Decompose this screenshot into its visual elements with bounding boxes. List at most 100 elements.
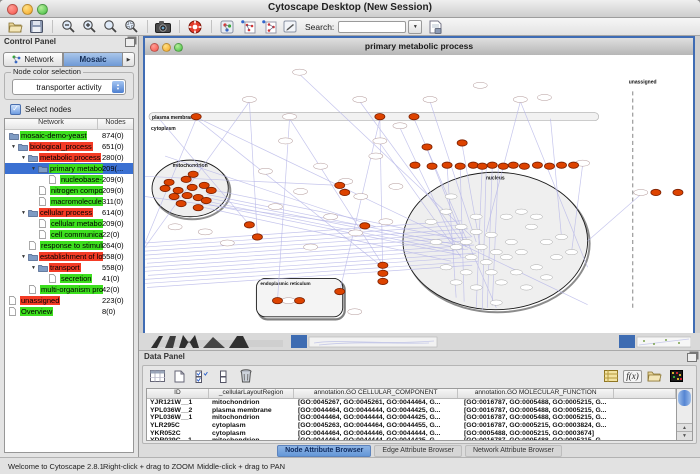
gene-node[interactable] [500, 214, 512, 219]
transporter-gene-node[interactable] [335, 288, 345, 294]
tree-column-network[interactable]: Network [5, 119, 98, 129]
gene-node[interactable] [294, 188, 308, 194]
table-row[interactable]: YPL036W__1mitochondrion[GO:0044464, GO:0… [147, 414, 676, 422]
transporter-gene-node[interactable] [187, 184, 197, 190]
table-column-header[interactable]: _cellularLayoutRegion [209, 389, 294, 398]
gene-node[interactable] [304, 244, 318, 250]
expander-arrow-icon[interactable]: ▼ [19, 254, 28, 260]
gene-node[interactable] [324, 214, 338, 220]
transporter-gene-node[interactable] [651, 189, 661, 195]
gene-node[interactable] [258, 168, 272, 174]
vizmapper-icon[interactable] [219, 19, 235, 34]
tree-row[interactable]: ▼primary metabol209(... [5, 163, 133, 174]
gene-node[interactable] [379, 219, 393, 225]
gene-node[interactable] [242, 96, 256, 102]
gene-node[interactable] [440, 209, 452, 214]
tree-row[interactable]: Overview8(0) [5, 306, 133, 317]
tree-row[interactable]: ▼cellular process614(0) [5, 207, 133, 218]
zoom-fit-icon[interactable] [102, 19, 118, 34]
gene-node[interactable] [425, 219, 437, 224]
tab-edge-attribute-browser[interactable]: Edge Attribute Browser [374, 445, 462, 457]
transporter-gene-node[interactable] [498, 163, 508, 169]
transporter-gene-node[interactable] [427, 163, 437, 169]
gene-node[interactable] [450, 244, 462, 249]
tab-mosaic[interactable]: Mosaic [63, 52, 123, 67]
tree-row[interactable]: multi-organism pro42(0) [5, 284, 133, 295]
transporter-gene-node[interactable] [442, 162, 452, 168]
gene-node[interactable] [349, 230, 363, 236]
table-column-header[interactable]: annotation.GO MOLECULAR_FUNCTION [458, 389, 614, 398]
gene-node[interactable] [268, 204, 282, 210]
gene-node[interactable] [293, 69, 307, 75]
import-attribute-file-icon[interactable] [646, 369, 663, 384]
transporter-gene-node[interactable] [410, 162, 420, 168]
tree-row[interactable]: nitrogen compo209(0) [5, 185, 133, 196]
annotation-icon[interactable] [282, 19, 298, 34]
tree-row[interactable]: cell communicat22(0) [5, 229, 133, 240]
gene-node[interactable] [530, 214, 542, 219]
transporter-gene-node[interactable] [532, 162, 542, 168]
tree-row[interactable]: cellular metabo209(0) [5, 218, 133, 229]
float-panel-icon[interactable] [125, 38, 135, 47]
open-session-icon[interactable] [7, 19, 23, 34]
gene-node[interactable] [555, 234, 567, 239]
gene-node[interactable] [470, 214, 482, 219]
transporter-gene-node[interactable] [673, 189, 683, 195]
transporter-gene-node[interactable] [544, 163, 554, 169]
gene-node[interactable] [520, 285, 532, 290]
scroll-down-icon[interactable]: ▼ [677, 431, 692, 440]
tree-row[interactable]: unassigned223(0) [5, 295, 133, 306]
tree-column-nodes[interactable]: Nodes [98, 119, 133, 129]
gene-node[interactable] [510, 270, 522, 275]
scrollbar-thumb[interactable] [678, 390, 691, 406]
save-session-icon[interactable] [28, 19, 44, 34]
table-row[interactable]: YLR295Ccytoplasm[GO:0045263, GO:0044464,… [147, 422, 676, 430]
table-row[interactable]: YKR052Ccytoplasm[GO:0044464, GO:0044446,… [147, 429, 676, 437]
transporter-gene-node[interactable] [206, 187, 216, 193]
tree-row[interactable]: ▼metabolic process280(0) [5, 152, 133, 163]
tree-row[interactable]: mosaic-demo-yeast874(0) [5, 130, 133, 141]
zoom-in-icon[interactable] [81, 19, 97, 34]
gene-node[interactable] [389, 183, 403, 189]
table-column-header[interactable]: annotation.GO CELLULAR_COMPONENT [294, 389, 458, 398]
gene-node[interactable] [540, 275, 552, 280]
transporter-gene-node[interactable] [176, 200, 186, 206]
table-column-header[interactable]: ID [147, 389, 209, 398]
gene-node[interactable] [513, 96, 527, 102]
gene-node[interactable] [485, 232, 497, 237]
tab-overflow-icon[interactable]: ▶ [123, 52, 135, 67]
transporter-gene-node[interactable] [487, 162, 497, 168]
transporter-gene-node[interactable] [188, 171, 198, 177]
transporter-gene-node[interactable] [169, 193, 179, 199]
table-row[interactable]: YDR039C__1mitochondrion[GO:0044464, GO:0… [147, 437, 676, 441]
gene-node[interactable] [423, 96, 437, 102]
gene-node[interactable] [281, 298, 295, 304]
gene-node[interactable] [515, 249, 527, 254]
gene-node[interactable] [450, 280, 462, 285]
network-canvas[interactable]: plasma membranemitochondrionnucleusendop… [145, 55, 693, 335]
hide-selected-icon[interactable] [240, 19, 256, 34]
search-input[interactable] [338, 21, 406, 33]
transporter-gene-node[interactable] [199, 182, 209, 188]
gene-node[interactable] [530, 265, 542, 270]
transporter-gene-node[interactable] [378, 270, 388, 276]
transporter-gene-node[interactable] [477, 163, 487, 169]
help-lifesaver-icon[interactable] [187, 19, 203, 34]
transporter-gene-node[interactable] [468, 162, 478, 168]
table-row[interactable]: YPL036W__2plasma membrane[GO:0044464, GO… [147, 407, 676, 415]
transporter-gene-node[interactable] [508, 162, 518, 168]
attribute-matrix-icon[interactable] [668, 369, 685, 384]
zoom-out-icon[interactable] [60, 19, 76, 34]
gene-node[interactable] [566, 249, 578, 254]
transporter-gene-node[interactable] [164, 179, 174, 185]
transporter-gene-node[interactable] [340, 189, 350, 195]
transporter-gene-node[interactable] [252, 234, 262, 240]
gene-node[interactable] [634, 189, 648, 195]
gene-node[interactable] [470, 285, 482, 290]
gene-node[interactable] [465, 255, 477, 260]
tree-row[interactable]: response to stimulu264(0) [5, 240, 133, 251]
delete-attribute-icon[interactable] [237, 369, 254, 384]
expander-arrow-icon[interactable]: ▼ [9, 144, 18, 150]
gene-node[interactable] [430, 239, 442, 244]
transporter-gene-node[interactable] [378, 262, 388, 268]
